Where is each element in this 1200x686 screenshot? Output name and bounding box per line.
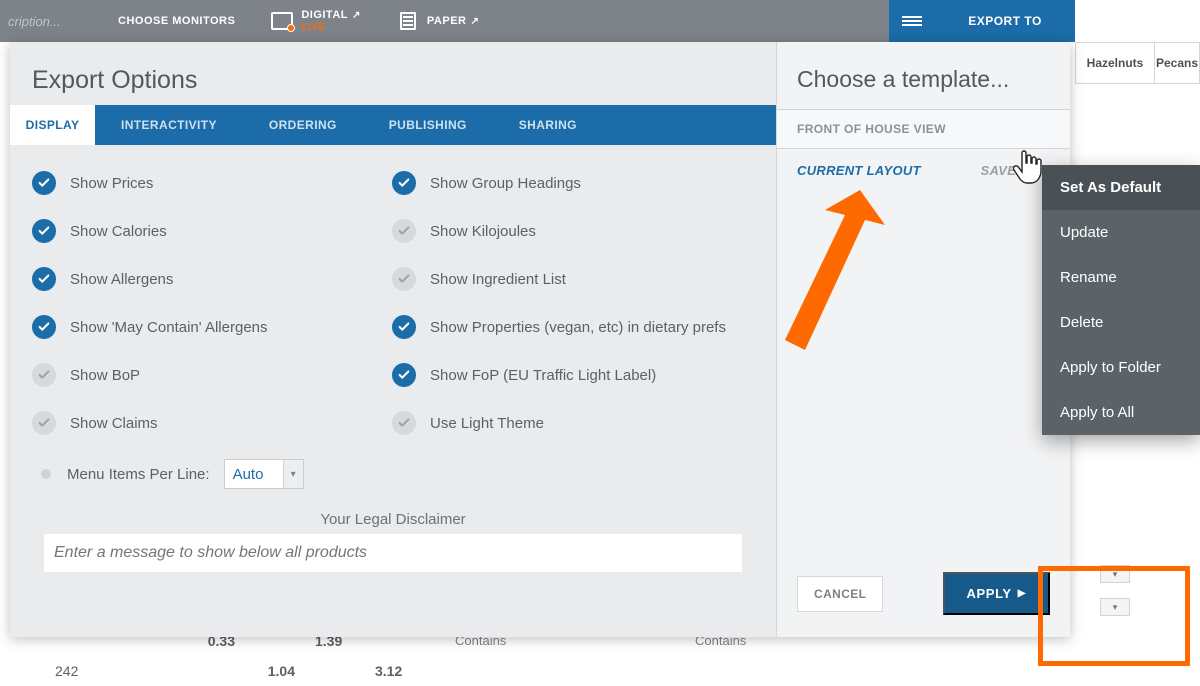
option-right-0: Show Group Headings bbox=[392, 171, 754, 195]
export-options-panel: Export Options DISPLAY INTERACTIVITY ORD… bbox=[10, 42, 1070, 637]
save-as-link[interactable]: SAVE AS... bbox=[981, 163, 1050, 178]
panel-title: Export Options bbox=[10, 42, 776, 105]
template-section-header: FRONT OF HOUSE VIEW bbox=[777, 109, 1070, 149]
option-left-4: Show BoP bbox=[32, 363, 382, 387]
monitor-icon bbox=[271, 12, 293, 30]
option-right-4: Show FoP (EU Traffic Light Label) bbox=[392, 363, 754, 387]
bg-val: 3.12 bbox=[375, 663, 435, 679]
ctx-rename[interactable]: Rename bbox=[1042, 255, 1200, 300]
bg-val: 1.04 bbox=[235, 663, 295, 679]
bg-dropdown-1[interactable] bbox=[1100, 565, 1130, 583]
checkbox[interactable] bbox=[392, 411, 416, 435]
paper-button[interactable]: PAPER bbox=[379, 0, 497, 42]
panel-tabs: DISPLAY INTERACTIVITY ORDERING PUBLISHIN… bbox=[10, 105, 776, 145]
option-left-3: Show 'May Contain' Allergens bbox=[32, 315, 382, 339]
tab-sharing[interactable]: SHARING bbox=[493, 105, 603, 145]
checkbox[interactable] bbox=[392, 219, 416, 243]
option-left-5: Show Claims bbox=[32, 411, 382, 435]
option-label: Show Properties (vegan, etc) in dietary … bbox=[430, 319, 726, 336]
option-right-2: Show Ingredient List bbox=[392, 267, 754, 291]
export-to-button[interactable]: EXPORT TO bbox=[935, 0, 1075, 42]
chevron-down-icon bbox=[283, 460, 303, 488]
per-line-select[interactable]: Auto bbox=[224, 459, 304, 489]
option-left-2: Show Allergens bbox=[32, 267, 382, 291]
bullet-icon bbox=[41, 469, 51, 479]
ctx-apply-to-folder[interactable]: Apply to Folder bbox=[1042, 345, 1200, 390]
option-label: Show Ingredient List bbox=[430, 271, 566, 288]
template-context-menu: Set As Default Update Rename Delete Appl… bbox=[1042, 165, 1200, 435]
checkbox[interactable] bbox=[32, 171, 56, 195]
description-field[interactable]: cription... bbox=[0, 0, 100, 42]
legal-disclaimer-label: Your Legal Disclaimer bbox=[32, 511, 754, 528]
checkbox[interactable] bbox=[392, 267, 416, 291]
option-label: Show FoP (EU Traffic Light Label) bbox=[430, 367, 656, 384]
choose-monitors-button[interactable]: CHOOSE MONITORS bbox=[100, 0, 253, 42]
apply-button[interactable]: APPLY bbox=[943, 572, 1050, 615]
checkbox[interactable] bbox=[32, 267, 56, 291]
option-label: Show 'May Contain' Allergens bbox=[70, 319, 268, 336]
choose-monitors-label: CHOOSE MONITORS bbox=[118, 15, 235, 27]
option-label: Show Group Headings bbox=[430, 175, 581, 192]
sliders-icon bbox=[902, 14, 922, 28]
option-label: Show Allergens bbox=[70, 271, 173, 288]
paper-icon bbox=[397, 12, 419, 30]
ctx-delete[interactable]: Delete bbox=[1042, 300, 1200, 345]
per-line-label: Menu Items Per Line: bbox=[67, 466, 210, 483]
ctx-apply-to-all[interactable]: Apply to All bbox=[1042, 390, 1200, 435]
per-line-value: Auto bbox=[233, 466, 264, 483]
option-label: Show Claims bbox=[70, 415, 158, 432]
ctx-update[interactable]: Update bbox=[1042, 210, 1200, 255]
option-label: Use Light Theme bbox=[430, 415, 544, 432]
option-label: Show Prices bbox=[70, 175, 153, 192]
checkbox[interactable] bbox=[392, 363, 416, 387]
top-toolbar: cription... CHOOSE MONITORS DIGITAL LIVE… bbox=[0, 0, 1075, 42]
export-settings-button[interactable] bbox=[889, 0, 935, 42]
legal-disclaimer-input[interactable] bbox=[44, 534, 742, 572]
background-data-strip: 0.33 1.39 Contains Contains 242 1.04 3.1… bbox=[0, 637, 775, 686]
bg-tab-pecans[interactable]: Pecans bbox=[1155, 42, 1200, 84]
checkbox[interactable] bbox=[32, 363, 56, 387]
current-layout-link[interactable]: CURRENT LAYOUT bbox=[797, 163, 921, 178]
option-left-1: Show Calories bbox=[32, 219, 382, 243]
bg-dropdown-2[interactable] bbox=[1100, 598, 1130, 616]
template-title: Choose a template... bbox=[777, 42, 1070, 109]
option-label: Show Kilojoules bbox=[430, 223, 536, 240]
bg-val: 242 bbox=[55, 663, 95, 679]
option-left-0: Show Prices bbox=[32, 171, 382, 195]
tab-ordering[interactable]: ORDERING bbox=[243, 105, 363, 145]
digital-label: DIGITAL bbox=[301, 9, 361, 21]
tab-display[interactable]: DISPLAY bbox=[10, 105, 95, 145]
checkbox[interactable] bbox=[32, 315, 56, 339]
option-label: Show Calories bbox=[70, 223, 167, 240]
option-right-3: Show Properties (vegan, etc) in dietary … bbox=[392, 315, 754, 339]
checkbox[interactable] bbox=[32, 411, 56, 435]
tab-interactivity[interactable]: INTERACTIVITY bbox=[95, 105, 243, 145]
bg-tab-hazelnuts[interactable]: Hazelnuts bbox=[1075, 42, 1155, 84]
tab-publishing[interactable]: PUBLISHING bbox=[363, 105, 493, 145]
cancel-button[interactable]: CANCEL bbox=[797, 576, 883, 612]
checkbox[interactable] bbox=[32, 219, 56, 243]
option-right-5: Use Light Theme bbox=[392, 411, 754, 435]
digital-button[interactable]: DIGITAL LIVE bbox=[253, 0, 379, 42]
digital-sublabel: LIVE bbox=[301, 22, 325, 33]
paper-label: PAPER bbox=[427, 15, 479, 27]
checkbox[interactable] bbox=[392, 171, 416, 195]
option-label: Show BoP bbox=[70, 367, 140, 384]
ctx-set-as-default[interactable]: Set As Default bbox=[1042, 165, 1200, 210]
option-right-1: Show Kilojoules bbox=[392, 219, 754, 243]
checkbox[interactable] bbox=[392, 315, 416, 339]
